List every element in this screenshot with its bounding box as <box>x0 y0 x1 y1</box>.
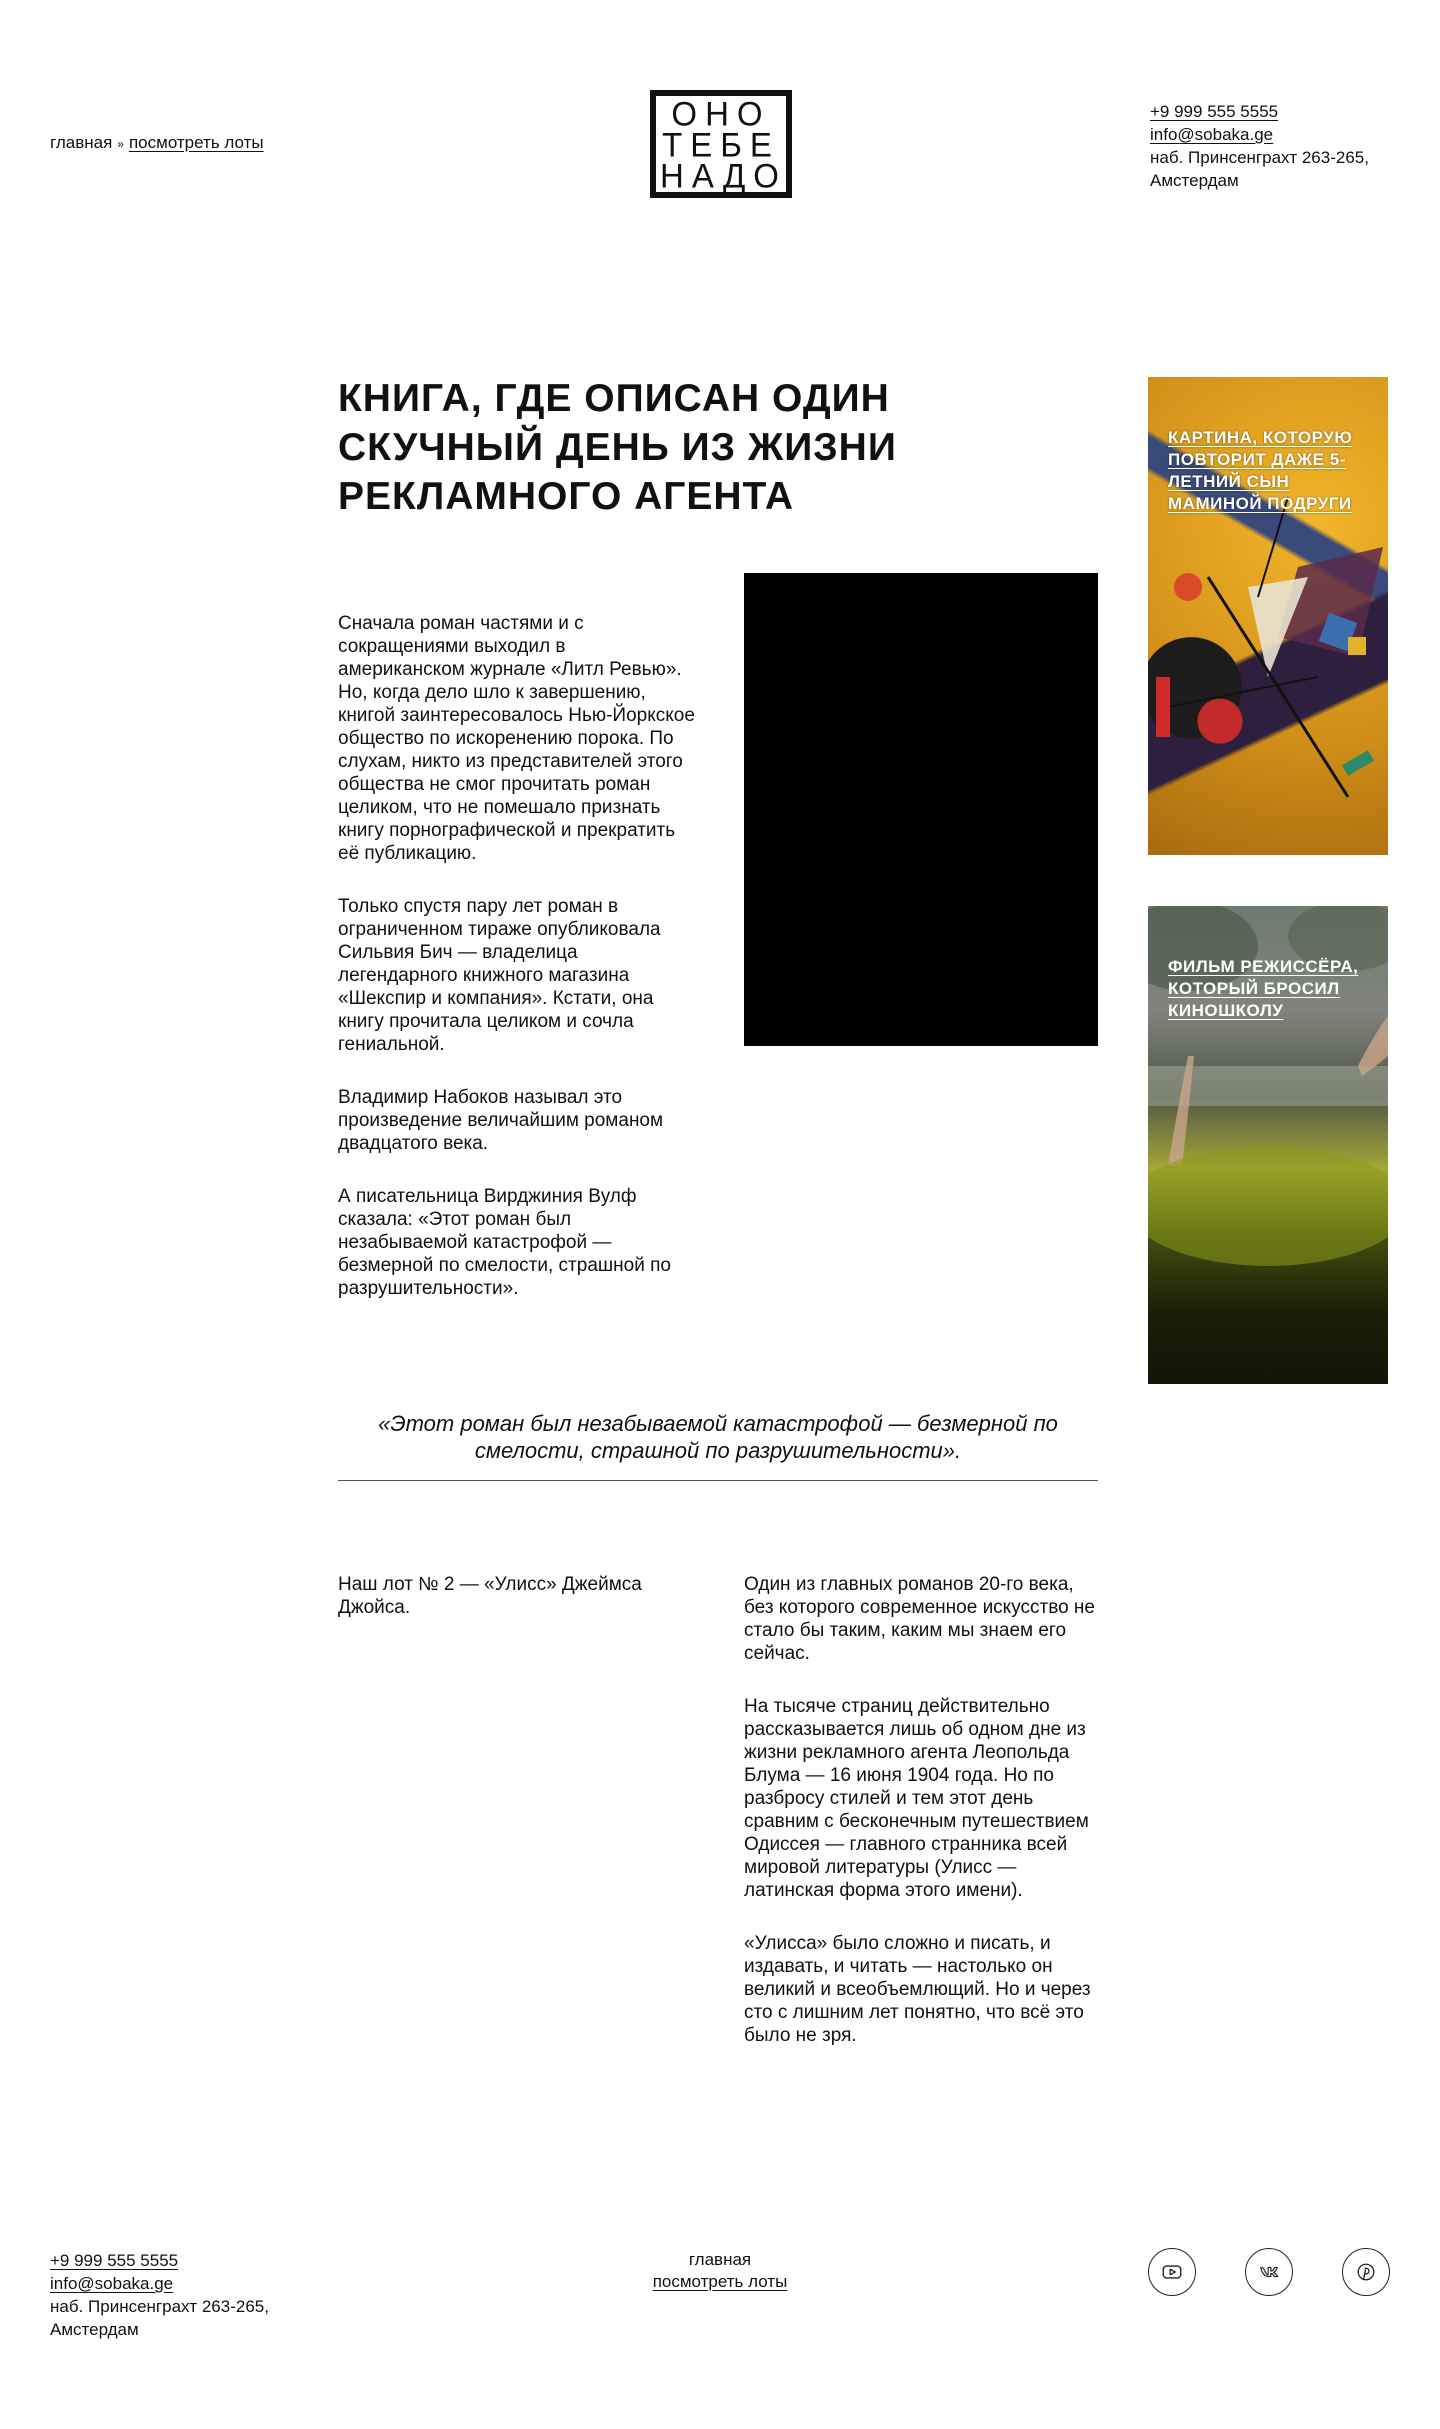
footer-contacts: +9 999 555 5555 info@sobaka.ge наб. Прин… <box>50 2249 269 2341</box>
card-caption[interactable]: Картина, которую повторит даже 5-летний … <box>1168 427 1378 515</box>
site-logo[interactable]: ОНО ТЕБЕ НАДО <box>650 90 792 198</box>
vk-icon <box>1260 2266 1279 2278</box>
footer-nav-home[interactable]: главная <box>620 2249 820 2271</box>
pinterest-icon <box>1357 2263 1375 2281</box>
address-line-2: Амстердам <box>50 2320 139 2339</box>
breadcrumb: главная » посмотреть лоты <box>50 133 264 153</box>
lot-description: Один из главных романов 20-го века, без … <box>744 1573 1100 2077</box>
email-link[interactable]: info@sobaka.ge <box>1150 123 1369 146</box>
page-title: Книга, где описан один скучный день из ж… <box>338 377 897 518</box>
article-image <box>744 573 1098 1046</box>
address-line-1: наб. Принсенграхт 263-265, <box>1150 148 1369 167</box>
article-paragraph: Только спустя пару лет роман в ограничен… <box>338 896 661 1055</box>
breadcrumb-home[interactable]: главная <box>50 133 112 152</box>
related-card-film[interactable]: Фильм режиссёра, который бросил киношкол… <box>1148 906 1388 1384</box>
pull-quote: «Этот роман был незабываемой катастрофой… <box>378 1411 1058 1463</box>
footer-nav-lots[interactable]: посмотреть лоты <box>653 2272 788 2291</box>
footer-nav: главная посмотреть лоты <box>620 2249 820 2293</box>
youtube-icon <box>1162 2265 1182 2279</box>
social-links <box>1148 2248 1390 2296</box>
address-line-1: наб. Принсенграхт 263-265, <box>50 2297 269 2316</box>
breadcrumb-separator: » <box>117 137 124 151</box>
article-intro: Сначала роман частями и с сокращениями в… <box>338 612 696 1330</box>
breadcrumb-lots-link[interactable]: посмотреть лоты <box>129 133 264 152</box>
article-paragraph: Владимир Набоков называл это произведени… <box>338 1087 664 1154</box>
phone-link[interactable]: +9 999 555 5555 <box>50 2249 269 2272</box>
address-line-2: Амстердам <box>1150 171 1239 190</box>
logo-line-3: НАДО <box>660 156 787 195</box>
youtube-button[interactable] <box>1148 2248 1196 2296</box>
article-paragraph: А писательница Вирджиния Вулф сказала: «… <box>338 1186 671 1299</box>
quote-divider <box>338 1480 1098 1481</box>
header-contacts: +9 999 555 5555 info@sobaka.ge наб. Прин… <box>1150 100 1369 192</box>
lot-paragraph: На тысяче страниц действительно рассказы… <box>744 1696 1089 1901</box>
lot-paragraph: «Улисса» было сложно и писать, и издават… <box>744 1933 1091 2046</box>
card-caption[interactable]: Фильм режиссёра, который бросил киношкол… <box>1168 956 1378 1022</box>
email-link[interactable]: info@sobaka.ge <box>50 2272 269 2295</box>
phone-link[interactable]: +9 999 555 5555 <box>1150 100 1369 123</box>
lot-paragraph: Один из главных романов 20-го века, без … <box>744 1574 1095 1664</box>
related-card-painting[interactable]: Картина, которую повторит даже 5-летний … <box>1148 377 1388 855</box>
vk-button[interactable] <box>1245 2248 1293 2296</box>
lot-label: Наш лот № 2 — «Улисс» Джеймса Джойса. <box>338 1574 642 1618</box>
article-paragraph: Сначала роман частями и с сокращениями в… <box>338 613 695 864</box>
pinterest-button[interactable] <box>1342 2248 1390 2296</box>
